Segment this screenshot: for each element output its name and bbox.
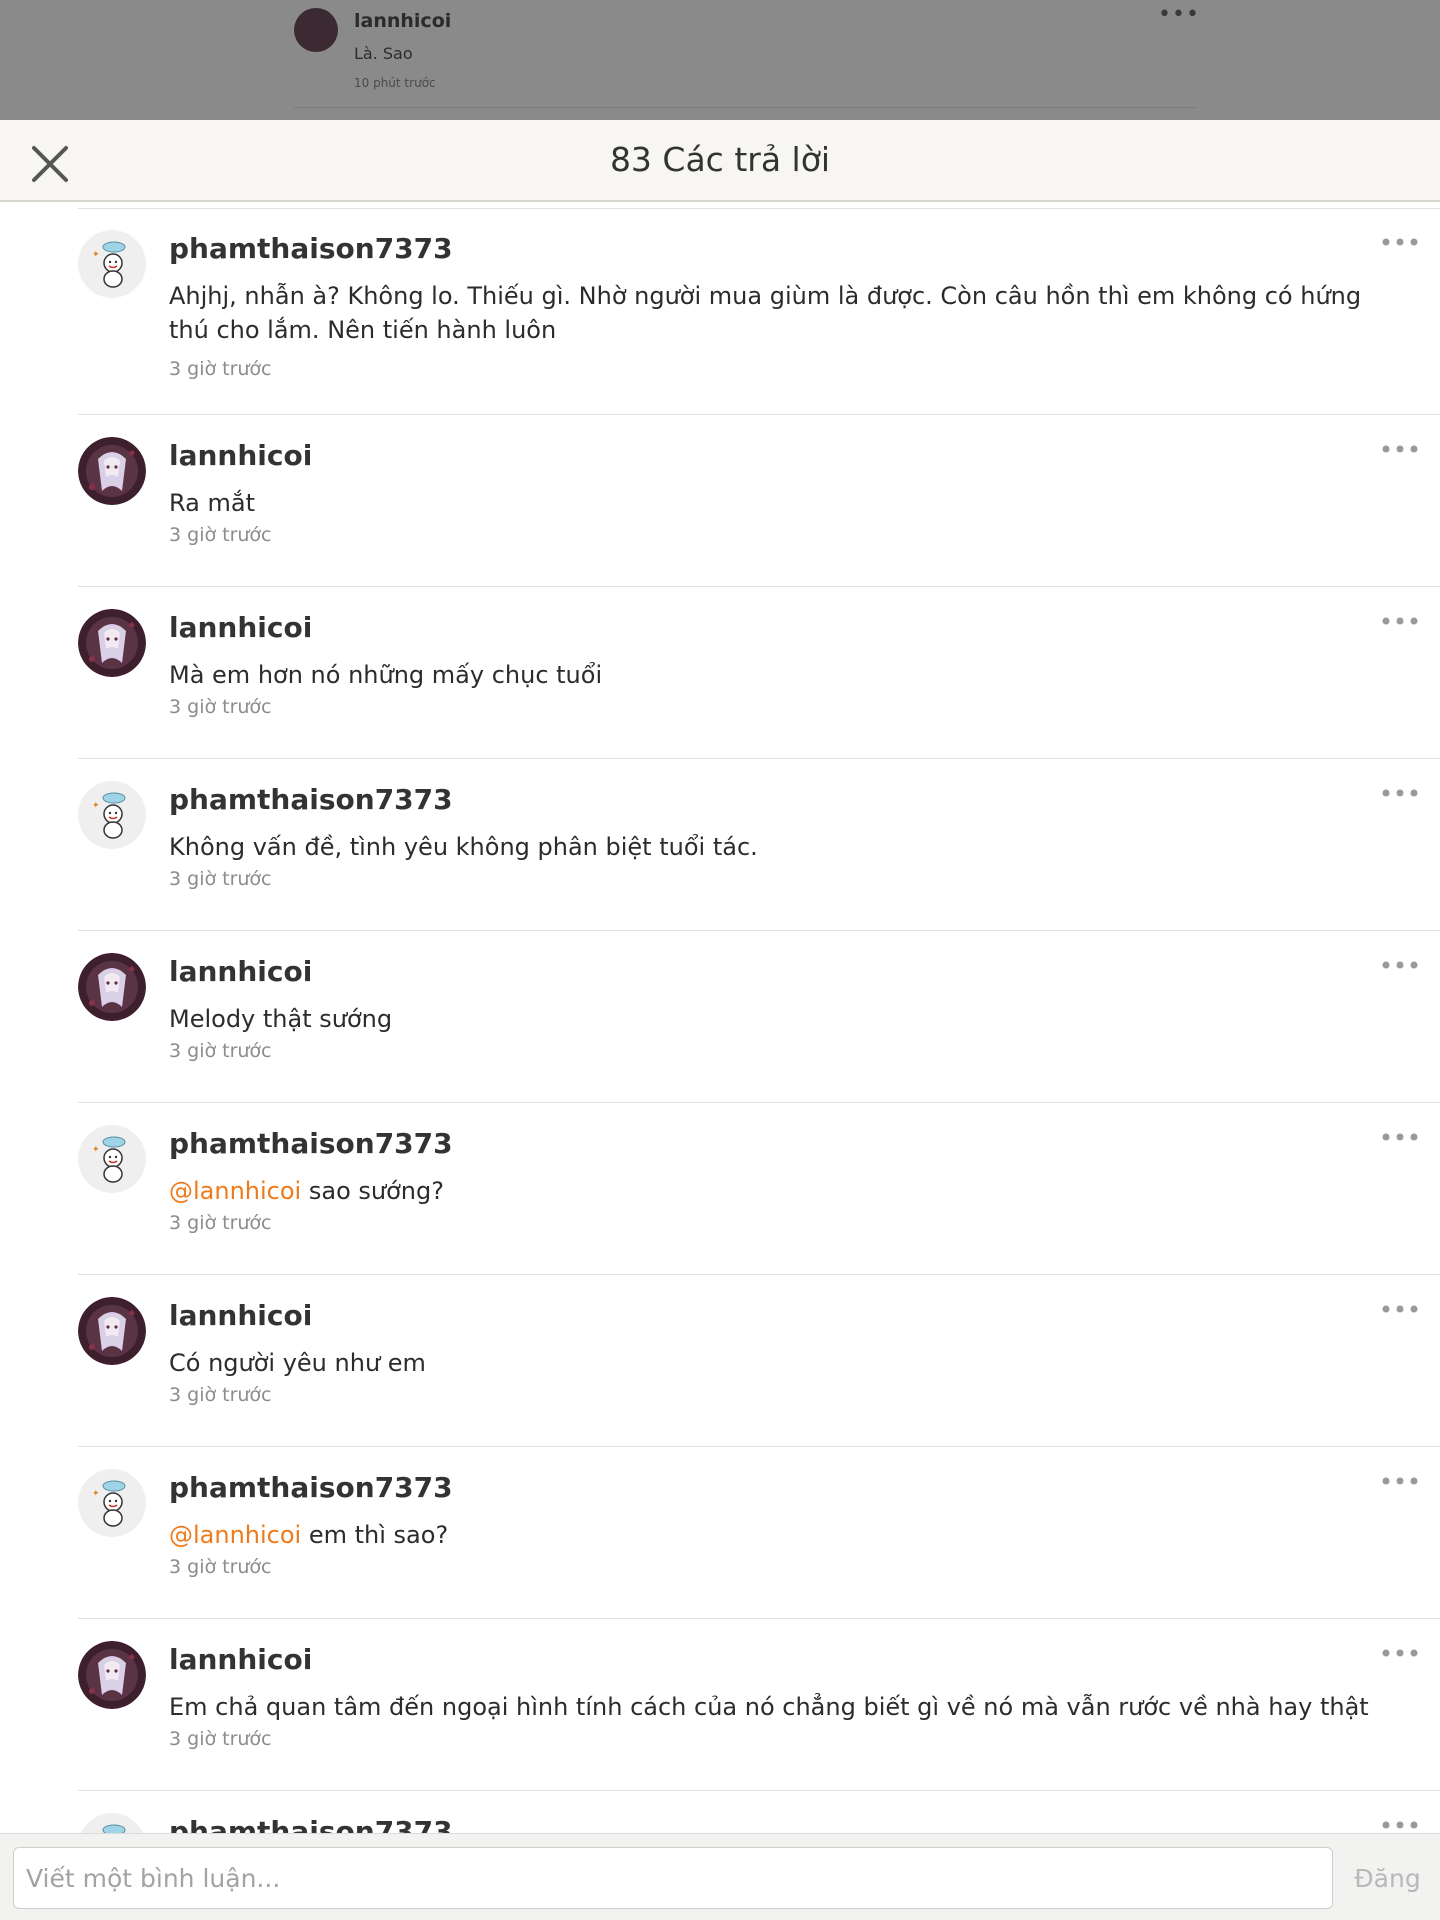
comment-time: 3 giờ trước xyxy=(169,524,272,546)
more-button[interactable] xyxy=(1380,1127,1420,1147)
comment-time: 3 giờ trước xyxy=(169,1728,272,1750)
more-dots-icon xyxy=(1382,789,1418,797)
comment-body: Ra mắt xyxy=(169,489,255,517)
svg-text:✦: ✦ xyxy=(92,1145,100,1155)
more-button[interactable] xyxy=(1380,955,1420,975)
comment-username[interactable]: lannhicoi xyxy=(169,1643,312,1676)
comment-item: ✦ phamthaison7373 xyxy=(0,1791,1440,1833)
comment-text: Ra mắt xyxy=(169,486,1390,520)
comment-item: lannhicoi Có người yêu như em 3 giờ trướ… xyxy=(0,1275,1440,1447)
avatar[interactable] xyxy=(78,437,146,505)
comment-item: ✦ phamthaison7373 @lannhicoi sao sướng? … xyxy=(0,1103,1440,1275)
more-button[interactable] xyxy=(1380,439,1420,459)
comment-username[interactable]: phamthaison7373 xyxy=(169,1471,453,1504)
more-dots-icon xyxy=(1382,445,1418,453)
comment-item: lannhicoi Ra mắt 3 giờ trước xyxy=(0,415,1440,587)
more-dots-icon xyxy=(1382,238,1418,246)
more-button[interactable] xyxy=(1380,611,1420,631)
comment-item: lannhicoi Melody thật sướng 3 giờ trước xyxy=(0,931,1440,1103)
svg-text:✦: ✦ xyxy=(92,801,100,811)
comment-username[interactable]: phamthaison7373 xyxy=(169,1127,453,1160)
comment-time: 3 giờ trước xyxy=(169,868,272,890)
comment-input[interactable] xyxy=(13,1847,1333,1909)
avatar[interactable] xyxy=(78,953,146,1021)
more-dots-icon xyxy=(1382,1821,1418,1829)
page-title: 83 Các trả lời xyxy=(609,140,831,179)
more-button[interactable] xyxy=(1380,1815,1420,1833)
background-post-more-icon: ••• xyxy=(1158,2,1200,27)
comment-item: ✦ phamthaison7373 Không vấn đề, tình yêu… xyxy=(0,759,1440,931)
comment-text: @lannhicoi sao sướng? xyxy=(169,1174,1390,1208)
comment-username[interactable]: lannhicoi xyxy=(169,611,312,644)
comment-text: Mà em hơn nó những mấy chục tuổi xyxy=(169,658,1390,692)
comment-text: Melody thật sướng xyxy=(169,1002,1390,1036)
post-button[interactable]: Đăng xyxy=(1345,1854,1430,1902)
background-post-text: Là. Sao xyxy=(354,44,413,63)
more-button[interactable] xyxy=(1380,232,1420,252)
svg-text:✦: ✦ xyxy=(92,250,100,260)
comment-username[interactable]: lannhicoi xyxy=(169,1299,312,1332)
comment-body: Em chả quan tâm đến ngoại hình tính cách… xyxy=(169,1693,1369,1721)
background-post-time: 10 phút trước xyxy=(354,76,436,90)
comment-item: ✦ phamthaison7373 @lannhicoi em thì sao?… xyxy=(0,1447,1440,1619)
comment-text: Có người yêu như em xyxy=(169,1346,1390,1380)
replies-header: 83 Các trả lời xyxy=(0,120,1440,202)
background-post-avatar xyxy=(294,8,338,52)
comment-username[interactable]: lannhicoi xyxy=(169,439,312,472)
comment-item: lannhicoi Mà em hơn nó những mấy chục tu… xyxy=(0,587,1440,759)
comment-username[interactable]: phamthaison7373 xyxy=(169,1815,453,1833)
comment-body: Melody thật sướng xyxy=(169,1005,393,1033)
avatar[interactable]: ✦ xyxy=(78,230,146,298)
mention-link[interactable]: @lannhicoi xyxy=(169,1521,301,1549)
comment-username[interactable]: phamthaison7373 xyxy=(169,232,453,265)
more-dots-icon xyxy=(1382,1133,1418,1141)
comment-text: @lannhicoi em thì sao? xyxy=(169,1518,1390,1552)
comment-list[interactable]: ✦ phamthaison7373 Ahjhj, nhẫn à? Không l… xyxy=(0,208,1440,1833)
comment-username[interactable]: lannhicoi xyxy=(169,955,312,988)
more-button[interactable] xyxy=(1380,783,1420,803)
mention-link[interactable]: @lannhicoi xyxy=(169,1177,301,1205)
more-button[interactable] xyxy=(1380,1643,1420,1663)
comment-composer: Đăng xyxy=(0,1833,1440,1920)
background-post-username: lannhicoi xyxy=(354,10,452,32)
more-dots-icon xyxy=(1382,961,1418,969)
comment-body: Có người yêu như em xyxy=(169,1349,426,1377)
comment-item: lannhicoi Em chả quan tâm đến ngoại hình… xyxy=(0,1619,1440,1791)
more-dots-icon xyxy=(1382,1477,1418,1485)
comment-body: Không vấn đề, tình yêu không phân biệt t… xyxy=(169,833,758,861)
more-button[interactable] xyxy=(1380,1299,1420,1319)
avatar[interactable] xyxy=(78,609,146,677)
comment-username[interactable]: phamthaison7373 xyxy=(169,783,453,816)
comment-time: 3 giờ trước xyxy=(169,358,272,380)
comment-body: Mà em hơn nó những mấy chục tuổi xyxy=(169,661,603,689)
comment-body: Ahjhj, nhẫn à? Không lo. Thiếu gì. Nhờ n… xyxy=(169,282,1362,344)
comment-text: Ahjhj, nhẫn à? Không lo. Thiếu gì. Nhờ n… xyxy=(169,279,1390,347)
comment-body: sao sướng? xyxy=(301,1177,444,1205)
more-button[interactable] xyxy=(1380,1471,1420,1491)
more-dots-icon xyxy=(1382,1305,1418,1313)
background-post-divider xyxy=(294,107,1196,108)
comment-item: ✦ phamthaison7373 Ahjhj, nhẫn à? Không l… xyxy=(0,208,1440,415)
comment-time: 3 giờ trước xyxy=(169,1384,272,1406)
more-dots-icon xyxy=(1382,1649,1418,1657)
avatar[interactable] xyxy=(78,1641,146,1709)
avatar[interactable]: ✦ xyxy=(78,1813,146,1833)
comment-text: Không vấn đề, tình yêu không phân biệt t… xyxy=(169,830,1390,864)
avatar[interactable]: ✦ xyxy=(78,781,146,849)
comment-text: Em chả quan tâm đến ngoại hình tính cách… xyxy=(169,1690,1390,1724)
comment-time: 3 giờ trước xyxy=(169,1040,272,1062)
comment-time: 3 giờ trước xyxy=(169,1212,272,1234)
comment-time: 3 giờ trước xyxy=(169,696,272,718)
avatar[interactable]: ✦ xyxy=(78,1469,146,1537)
avatar[interactable] xyxy=(78,1297,146,1365)
comment-body: em thì sao? xyxy=(301,1521,449,1549)
avatar[interactable]: ✦ xyxy=(78,1125,146,1193)
svg-text:✦: ✦ xyxy=(92,1489,100,1499)
comment-time: 3 giờ trước xyxy=(169,1556,272,1578)
more-dots-icon xyxy=(1382,617,1418,625)
background-post: lannhicoi Là. Sao 10 phút trước ••• xyxy=(0,0,1440,120)
